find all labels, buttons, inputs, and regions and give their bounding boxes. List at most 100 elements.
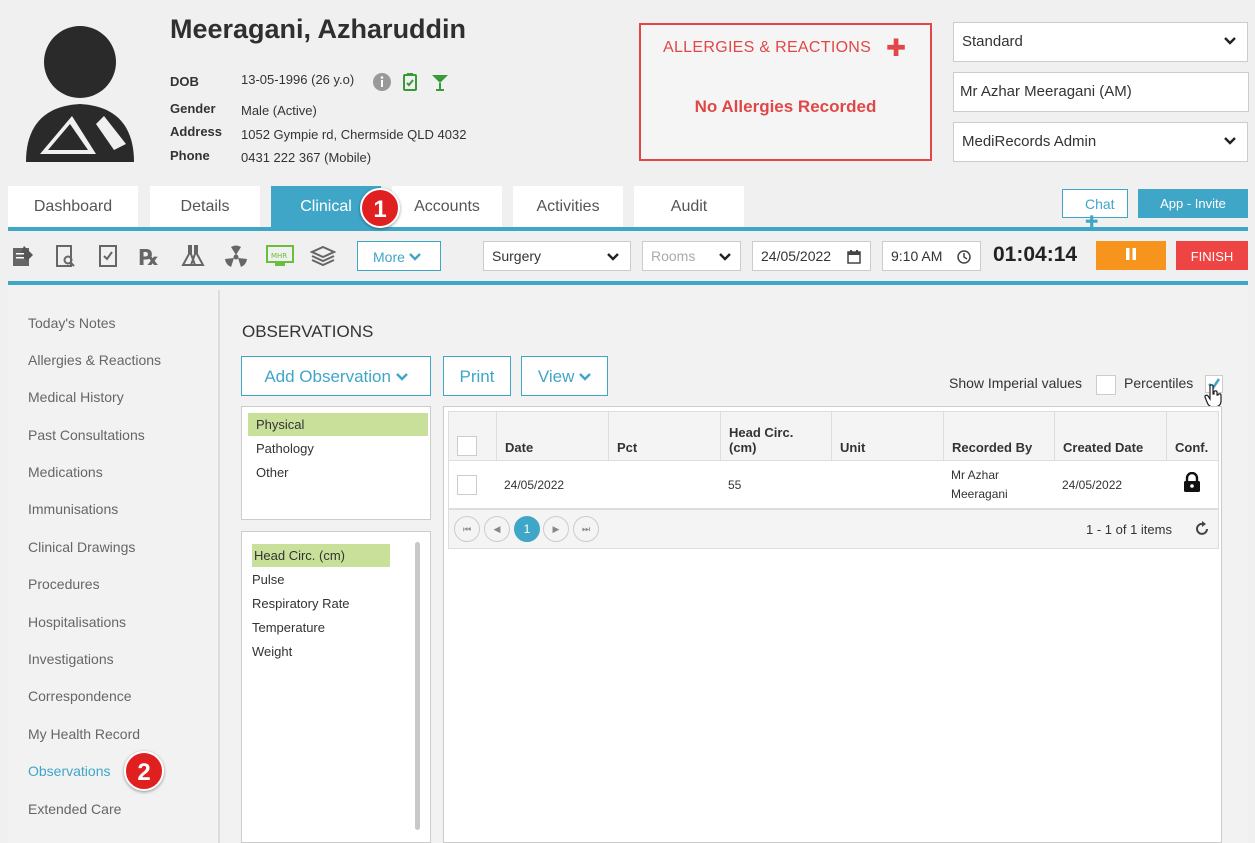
time-value: 9:10 AM <box>891 248 943 264</box>
tab-accounts[interactable]: Accounts <box>392 186 502 228</box>
page-number-button[interactable]: 1 <box>514 516 540 542</box>
row-checkbox[interactable] <box>457 475 477 495</box>
column-header-conf[interactable]: Conf. <box>1166 411 1219 461</box>
sidebar-item-past-consultations[interactable]: Past Consultations <box>28 427 145 443</box>
category-item-other[interactable]: Other <box>248 461 428 484</box>
phone-label: Phone <box>170 148 210 163</box>
add-observation-label: Add Observation <box>264 367 391 386</box>
practitioner-field[interactable]: Mr Azhar Meeragani (AM) <box>953 72 1249 112</box>
chevron-down-icon <box>719 253 731 261</box>
column-header-recorded-by[interactable]: Recorded By <box>943 411 1054 461</box>
sidebar-item-allergies[interactable]: Allergies & Reactions <box>28 352 161 368</box>
template-select[interactable]: Standard <box>953 22 1248 62</box>
checklist-icon[interactable] <box>95 243 121 269</box>
sidebar-item-todays-notes[interactable]: Today's Notes <box>28 315 116 331</box>
alcohol-status-icon[interactable] <box>430 72 450 92</box>
refresh-icon[interactable] <box>1194 521 1210 537</box>
show-imperial-checkbox[interactable] <box>1096 375 1116 395</box>
select-all-checkbox[interactable] <box>457 436 477 456</box>
finish-button[interactable]: FINISH <box>1176 241 1248 270</box>
more-label: More <box>373 249 405 265</box>
recorded-by-line1: Mr Azhar <box>951 468 1000 482</box>
notes-icon[interactable] <box>10 243 36 269</box>
gender-value: Male (Active) <box>241 103 317 118</box>
chevron-down-icon <box>1224 37 1236 45</box>
items-count: 1 - 1 of 1 items <box>1086 522 1172 537</box>
lock-icon[interactable] <box>1183 472 1201 492</box>
type-item-respiratory-rate[interactable]: Respiratory Rate <box>252 592 432 615</box>
column-header-head-circ[interactable]: Head Circ. (cm) <box>720 411 831 461</box>
column-header-pct[interactable]: Pct <box>608 411 720 461</box>
app-invite-button[interactable]: App - Invite <box>1138 189 1248 218</box>
view-button[interactable]: View <box>521 356 608 396</box>
column-header-unit[interactable]: Unit <box>831 411 943 461</box>
step-badge-2: 2 <box>124 751 164 791</box>
tab-details[interactable]: Details <box>150 186 260 228</box>
time-picker[interactable]: 9:10 AM <box>882 241 981 271</box>
tab-underline <box>8 227 1248 231</box>
my-health-record-icon[interactable]: MHR <box>266 243 294 269</box>
dob-value: 13-05-1996 (26 y.o) <box>241 72 355 87</box>
type-item-pulse[interactable]: Pulse <box>252 568 432 591</box>
sidebar-item-my-health-record[interactable]: My Health Record <box>28 726 140 742</box>
sidebar-item-correspondence[interactable]: Correspondence <box>28 688 132 704</box>
add-allergy-icon[interactable]: ✚ <box>886 34 906 63</box>
next-page-icon[interactable]: ▶ <box>543 516 569 542</box>
type-item-temperature[interactable]: Temperature <box>252 616 432 639</box>
layers-icon[interactable] <box>309 243 337 269</box>
document-search-icon[interactable] <box>52 243 78 269</box>
address-value: 1052 Gympie rd, Chermside QLD 4032 <box>241 127 467 142</box>
more-button[interactable]: More <box>357 241 441 271</box>
sidebar-item-immunisations[interactable]: Immunisations <box>28 501 118 517</box>
allergies-panel[interactable]: ALLERGIES & REACTIONS ✚ No Allergies Rec… <box>639 23 932 161</box>
print-button[interactable]: Print <box>443 356 511 396</box>
tab-activities[interactable]: Activities <box>513 186 623 228</box>
cell-recorded-by: Mr Azhar Meeragani <box>943 461 1054 509</box>
calendar-icon[interactable] <box>847 249 861 264</box>
tab-dashboard[interactable]: Dashboard <box>8 186 138 228</box>
prescription-icon[interactable]: ℞ <box>138 243 164 271</box>
smoking-status-icon[interactable] <box>400 72 420 92</box>
sidebar-item-hospitalisations[interactable]: Hospitalisations <box>28 614 126 630</box>
column-header-date[interactable]: Date <box>496 411 608 461</box>
location-select[interactable]: Surgery <box>483 241 631 271</box>
clock-icon[interactable] <box>957 250 971 264</box>
chat-button[interactable]: Chat ✚ <box>1062 189 1128 231</box>
last-page-icon[interactable]: ⏭ <box>573 516 599 542</box>
radiology-icon[interactable] <box>223 243 249 269</box>
practitioner-value: Mr Azhar Meeragani (AM) <box>960 83 1132 100</box>
previous-page-icon[interactable]: ◀ <box>484 516 510 542</box>
tab-audit[interactable]: Audit <box>634 186 744 228</box>
type-list-scrollbar[interactable] <box>415 542 420 830</box>
role-select[interactable]: MediRecords Admin <box>953 122 1248 162</box>
first-page-icon[interactable]: ⏮ <box>454 516 480 542</box>
role-select-value: MediRecords Admin <box>962 133 1097 150</box>
sidebar-item-observations[interactable]: Observations <box>28 763 110 779</box>
type-item-weight[interactable]: Weight <box>252 640 432 663</box>
sidebar-item-extended-care[interactable]: Extended Care <box>28 801 121 817</box>
sidebar-item-procedures[interactable]: Procedures <box>28 576 100 592</box>
dob-label: DOB <box>170 74 199 89</box>
hand-cursor-icon <box>1204 384 1222 408</box>
patient-name: Meeragani, Azharuddin <box>170 14 467 44</box>
percentiles-label: Percentiles <box>1124 375 1194 391</box>
sidebar-item-medications[interactable]: Medications <box>28 464 103 480</box>
sidebar-item-medical-history[interactable]: Medical History <box>28 389 124 405</box>
chevron-down-icon <box>607 253 619 261</box>
show-imperial-label: Show Imperial values <box>949 375 1083 391</box>
sidebar-item-investigations[interactable]: Investigations <box>28 651 114 667</box>
add-observation-button[interactable]: Add Observation <box>241 356 431 396</box>
column-header-created-date[interactable]: Created Date <box>1054 411 1166 461</box>
category-item-pathology[interactable]: Pathology <box>248 437 428 460</box>
info-icon[interactable] <box>372 72 392 92</box>
sidebar-item-clinical-drawings[interactable]: Clinical Drawings <box>28 539 135 555</box>
date-picker[interactable]: 24/05/2022 <box>752 241 871 271</box>
rooms-select[interactable]: Rooms <box>642 241 741 271</box>
step-badge-1: 1 <box>360 188 400 228</box>
type-item-head-circ[interactable]: Head Circ. (cm) <box>252 544 390 567</box>
lab-flask-icon[interactable] <box>180 243 206 269</box>
pause-button[interactable] <box>1096 241 1166 270</box>
category-item-physical[interactable]: Physical <box>248 413 428 436</box>
sidebar-divider <box>218 290 220 843</box>
phone-value: 0431 222 367 (Mobile) <box>241 150 372 165</box>
